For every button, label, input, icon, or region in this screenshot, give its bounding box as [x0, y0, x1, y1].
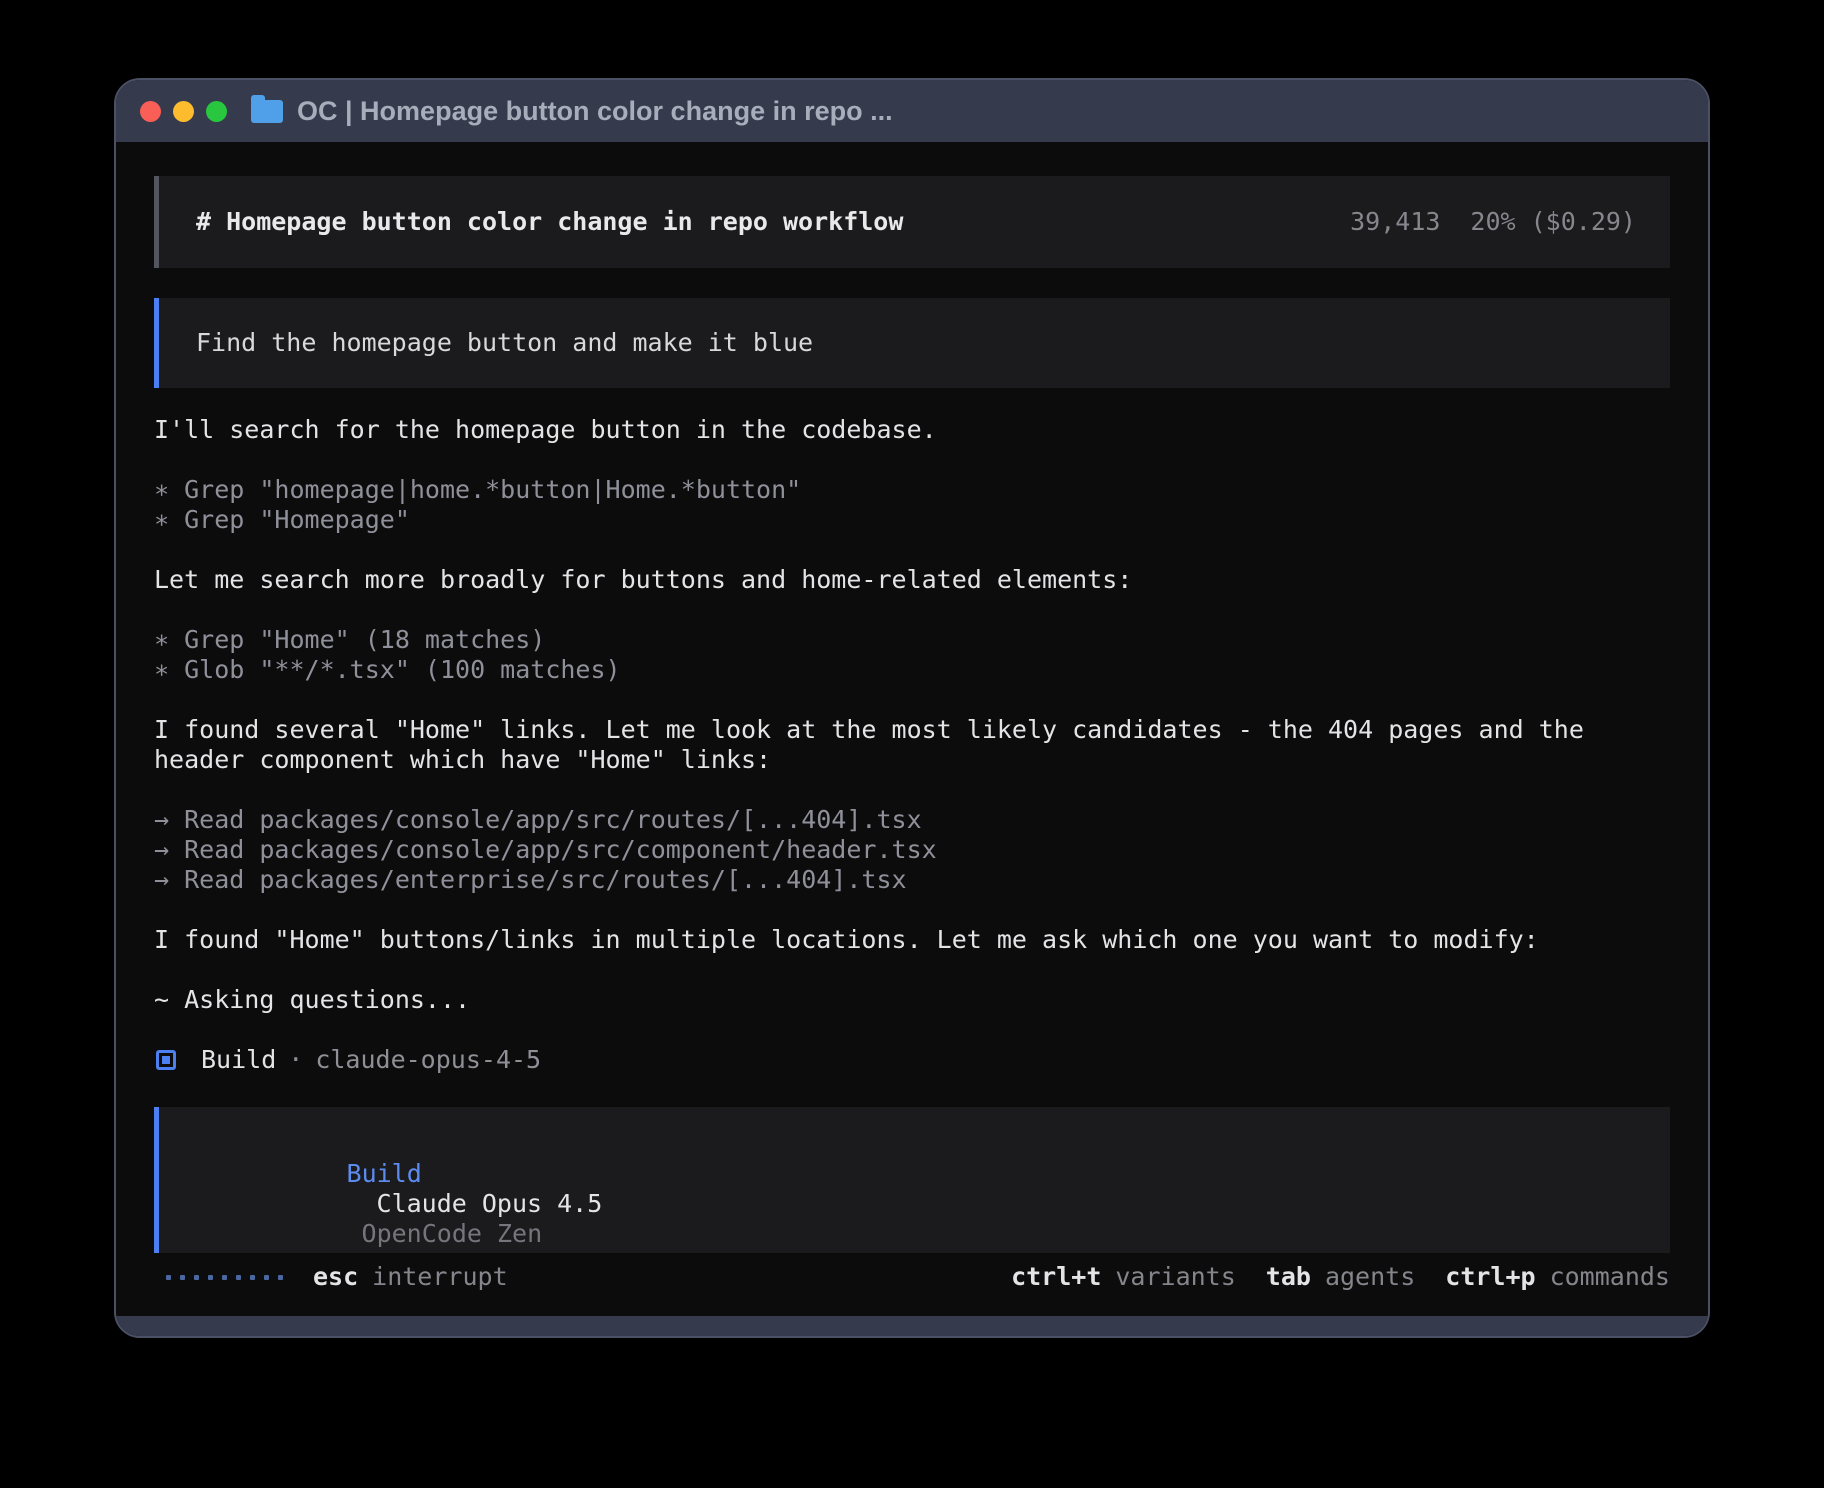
close-button[interactable] — [140, 101, 161, 122]
user-message-text: Find the homepage button and make it blu… — [196, 328, 813, 358]
status-bar: esc interrupt ctrl+tvariantstabagentsctr… — [154, 1259, 1670, 1295]
prompt-input[interactable]: Build Claude Opus 4.5 OpenCode Zen — [154, 1107, 1670, 1253]
status-bar-left: esc interrupt — [166, 1262, 508, 1292]
interrupt-action-hint: interrupt — [372, 1262, 507, 1292]
desktop: OC | Homepage button color change in rep… — [0, 0, 1824, 1488]
transcript-blank-line — [154, 445, 1670, 475]
input-model-label[interactable]: Claude Opus 4.5 — [377, 1189, 603, 1218]
fullscreen-button[interactable] — [206, 101, 227, 122]
transcript-blank-line — [154, 685, 1670, 715]
shortcut-hint: ctrl+p commands — [1445, 1262, 1670, 1292]
model-id: claude-opus-4-5 — [315, 1045, 541, 1075]
spinner-dot-icon — [236, 1275, 241, 1280]
tool-call-line: ∗ Grep "Home" (18 matches) — [154, 625, 1670, 655]
tool-call-line: → Read packages/enterprise/src/routes/[.… — [154, 865, 1670, 895]
window-title: OC | Homepage button color change in rep… — [297, 96, 893, 127]
agent-build-icon — [156, 1050, 176, 1070]
terminal-window: OC | Homepage button color change in rep… — [114, 78, 1710, 1338]
shortcut-hint: tab agents — [1266, 1262, 1415, 1292]
minimize-button[interactable] — [173, 101, 194, 122]
session-header: # Homepage button color change in repo w… — [154, 176, 1670, 268]
transcript: I'll search for the homepage button in t… — [154, 415, 1670, 1045]
esc-key-hint: esc — [313, 1262, 358, 1292]
assistant-text-line: ~ Asking questions... — [154, 985, 1670, 1015]
shortcut-key: ctrl+t — [1011, 1262, 1101, 1291]
session-stats: 39,413 20% ($0.29) — [1350, 207, 1636, 237]
shortcut-action: variants — [1115, 1262, 1235, 1291]
spinner-dot-icon — [250, 1275, 255, 1280]
transcript-blank-line — [154, 595, 1670, 625]
shortcut-action: commands — [1550, 1262, 1670, 1291]
spinner-dot-icon — [264, 1275, 269, 1280]
input-provider-label: OpenCode Zen — [362, 1219, 543, 1248]
tool-call-line: ∗ Glob "**/*.tsx" (100 matches) — [154, 655, 1670, 685]
transcript-blank-line — [154, 1015, 1670, 1045]
tool-call-line: → Read packages/console/app/src/routes/[… — [154, 805, 1670, 835]
spinner-dot-icon — [166, 1275, 171, 1280]
assistant-text-line: I'll search for the homepage button in t… — [154, 415, 1670, 445]
window-bottom-bar — [116, 1316, 1708, 1336]
window-controls — [140, 101, 227, 122]
transcript-blank-line — [154, 955, 1670, 985]
session-title: # Homepage button color change in repo w… — [196, 207, 903, 237]
agent-name: Build — [201, 1045, 276, 1075]
assistant-text-line: header component which have "Home" links… — [154, 745, 1670, 775]
spinner-dot-icon — [208, 1275, 213, 1280]
shortcut-action: agents — [1325, 1262, 1415, 1291]
transcript-blank-line — [154, 535, 1670, 565]
spinner-dot-icon — [194, 1275, 199, 1280]
spinner-dot-icon — [278, 1275, 283, 1280]
input-status-row: Build Claude Opus 4.5 OpenCode Zen — [196, 1129, 1632, 1279]
input-agent-label[interactable]: Build — [347, 1159, 422, 1188]
session-view: # Homepage button color change in repo w… — [116, 142, 1708, 1316]
tool-call-line: ∗ Grep "Homepage" — [154, 505, 1670, 535]
shortcut-hint: ctrl+t variants — [1011, 1262, 1236, 1292]
agent-build-icon-inner — [162, 1056, 170, 1064]
separator-dot-icon: · — [288, 1045, 303, 1075]
folder-icon — [251, 100, 283, 123]
spinner-dot-icon — [222, 1275, 227, 1280]
spinner-dots-icon — [166, 1275, 283, 1280]
tool-call-line: ∗ Grep "homepage|home.*button|Home.*butt… — [154, 475, 1670, 505]
context-usage: 20% ($0.29) — [1470, 207, 1636, 237]
user-message: Find the homepage button and make it blu… — [154, 298, 1670, 388]
spinner-dot-icon — [180, 1275, 185, 1280]
transcript-blank-line — [154, 895, 1670, 925]
shortcut-hints: ctrl+t variants tab agents ctrl+p commands — [1011, 1262, 1670, 1292]
tool-call-line: → Read packages/console/app/src/componen… — [154, 835, 1670, 865]
assistant-text-line: I found several "Home" links. Let me loo… — [154, 715, 1670, 745]
token-count: 39,413 — [1350, 207, 1440, 237]
assistant-text-line: Let me search more broadly for buttons a… — [154, 565, 1670, 595]
agent-status: Build · claude-opus-4-5 — [154, 1045, 1670, 1075]
shortcut-key: ctrl+p — [1445, 1262, 1535, 1291]
shortcut-key: tab — [1266, 1262, 1311, 1291]
titlebar[interactable]: OC | Homepage button color change in rep… — [116, 80, 1708, 142]
transcript-blank-line — [154, 775, 1670, 805]
assistant-text-line: I found "Home" buttons/links in multiple… — [154, 925, 1670, 955]
